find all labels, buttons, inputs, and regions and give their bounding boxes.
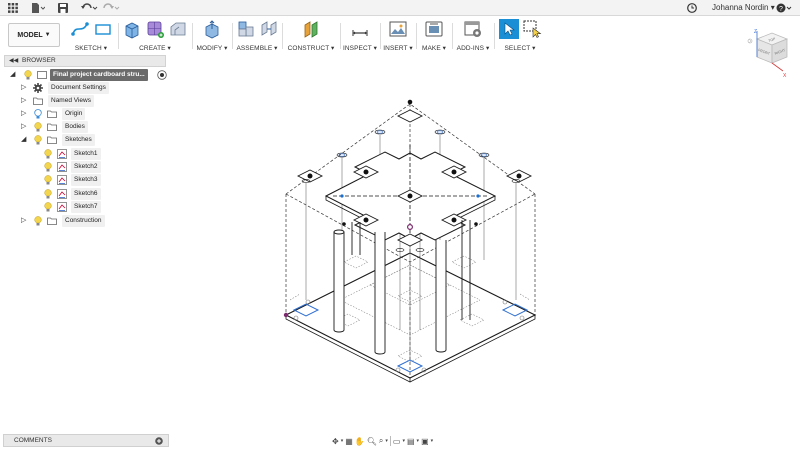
fit-zoom-icon[interactable]: ⌕ (379, 436, 383, 446)
svg-text:Z: Z (754, 29, 757, 35)
look-at-icon[interactable]: ▦ (345, 437, 353, 446)
add-comment-icon[interactable] (155, 437, 163, 445)
grid-snaps-icon[interactable]: ▤ (407, 437, 415, 446)
viewports-icon[interactable]: ▣ (421, 437, 429, 446)
orbit-icon[interactable]: ✥ (332, 437, 339, 446)
svg-text:X: X (783, 73, 787, 79)
base-plate[interactable] (284, 252, 537, 379)
zoom-icon[interactable]: 🔍︎ (367, 437, 377, 446)
view-cube[interactable]: TOP FRONT RIGHT Z X (737, 27, 792, 82)
comments-label: COMMENTS (14, 437, 52, 444)
viewport-canvas[interactable] (0, 0, 800, 450)
origin-point[interactable] (407, 224, 414, 231)
display-settings-icon[interactable]: ▭ (393, 437, 401, 446)
corner-point[interactable] (283, 312, 289, 318)
pan-icon[interactable]: ✋ (355, 437, 365, 446)
navigation-bar: ✥ ▾ ▦ ✋ 🔍︎ ⌕ ▾ ▭ ▾ ▤ ▾ ▣ ▾ (332, 436, 434, 446)
comments-panel[interactable]: COMMENTS (3, 434, 169, 447)
